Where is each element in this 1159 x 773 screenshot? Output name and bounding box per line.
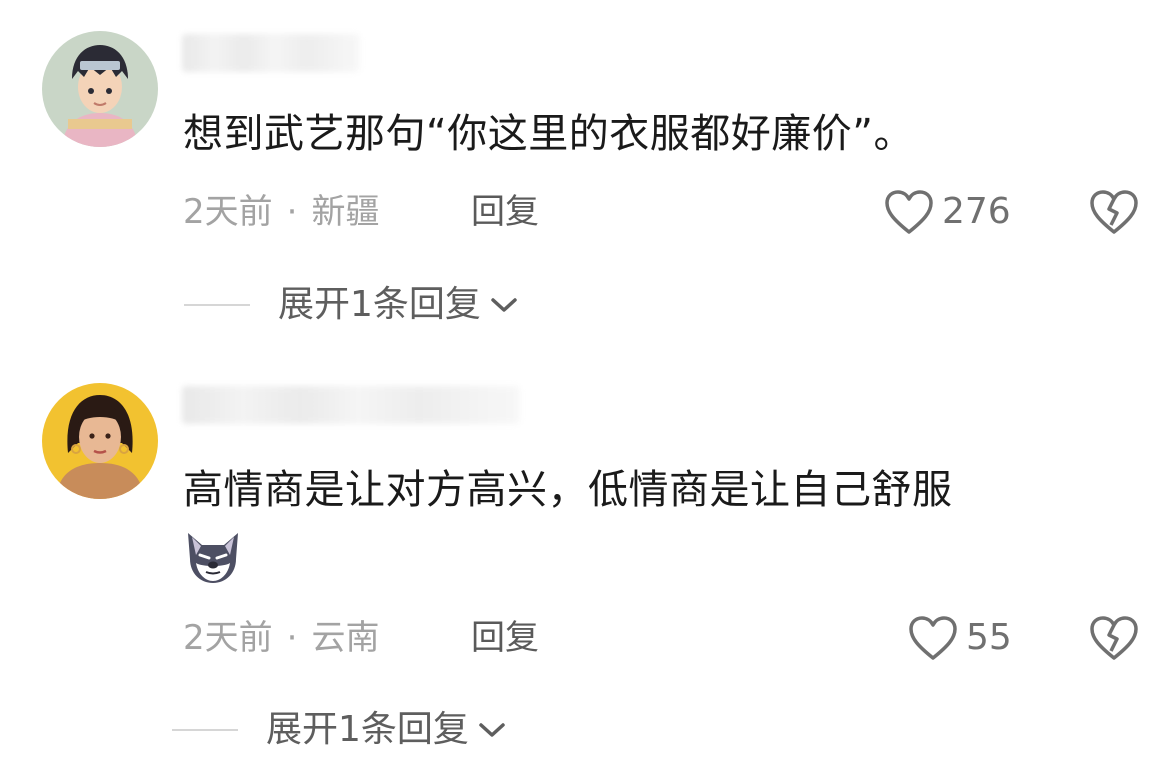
wolf-face-icon [188, 533, 238, 583]
broken-heart-icon [1090, 616, 1138, 660]
comment-time: 2天前 [183, 618, 273, 658]
wolf-face-emoji [182, 525, 244, 587]
like-button[interactable]: 276 [884, 189, 1011, 235]
expand-replies[interactable]: 展开1条回复 [172, 708, 507, 752]
username-blurred[interactable] [182, 34, 360, 72]
expand-replies-label: 展开1条回复 [278, 284, 481, 325]
chevron-down-icon [479, 723, 505, 737]
avatar-image [42, 31, 158, 147]
avatar[interactable] [42, 31, 158, 147]
avatar-image [42, 383, 158, 499]
comment-item: 高情商是让对方高兴，低情商是让自己舒服 2天前 · 云南 回复 55 展开1条回复 [0, 360, 1159, 773]
expand-replies[interactable]: 展开1条回复 [184, 283, 519, 327]
username-blurred[interactable] [182, 386, 520, 424]
comment-location: 新疆 [311, 192, 380, 232]
comment-text: 高情商是让对方高兴，低情商是让自己舒服 [183, 467, 953, 513]
heart-outline-icon [885, 190, 933, 234]
meta-separator: · [286, 192, 298, 232]
like-button[interactable]: 55 [908, 615, 1012, 661]
chevron-down-icon [491, 298, 517, 312]
broken-heart-icon [1090, 190, 1138, 234]
heart-outline-icon [909, 616, 957, 660]
expand-replies-label: 展开1条回复 [266, 709, 469, 750]
comment-time: 2天前 [183, 192, 273, 232]
expand-divider [184, 304, 250, 306]
comment-meta: 2天前 · 新疆 [183, 190, 379, 234]
meta-separator: · [286, 618, 298, 658]
avatar[interactable] [42, 383, 158, 499]
comment-item: 想到武艺那句“你这里的衣服都好廉价”。 2天前 · 新疆 回复 276 展开1条回复 [0, 0, 1159, 360]
comment-meta: 2天前 · 云南 [183, 616, 379, 660]
dislike-button[interactable] [1089, 615, 1139, 665]
expand-divider [172, 729, 238, 731]
reply-button[interactable]: 回复 [471, 190, 539, 234]
like-count: 55 [966, 617, 1012, 658]
comment-text: 想到武艺那句“你这里的衣服都好廉价”。 [183, 111, 914, 157]
like-count: 276 [942, 191, 1011, 232]
dislike-button[interactable] [1089, 189, 1139, 239]
comment-location: 云南 [311, 618, 380, 658]
reply-button[interactable]: 回复 [471, 616, 539, 660]
